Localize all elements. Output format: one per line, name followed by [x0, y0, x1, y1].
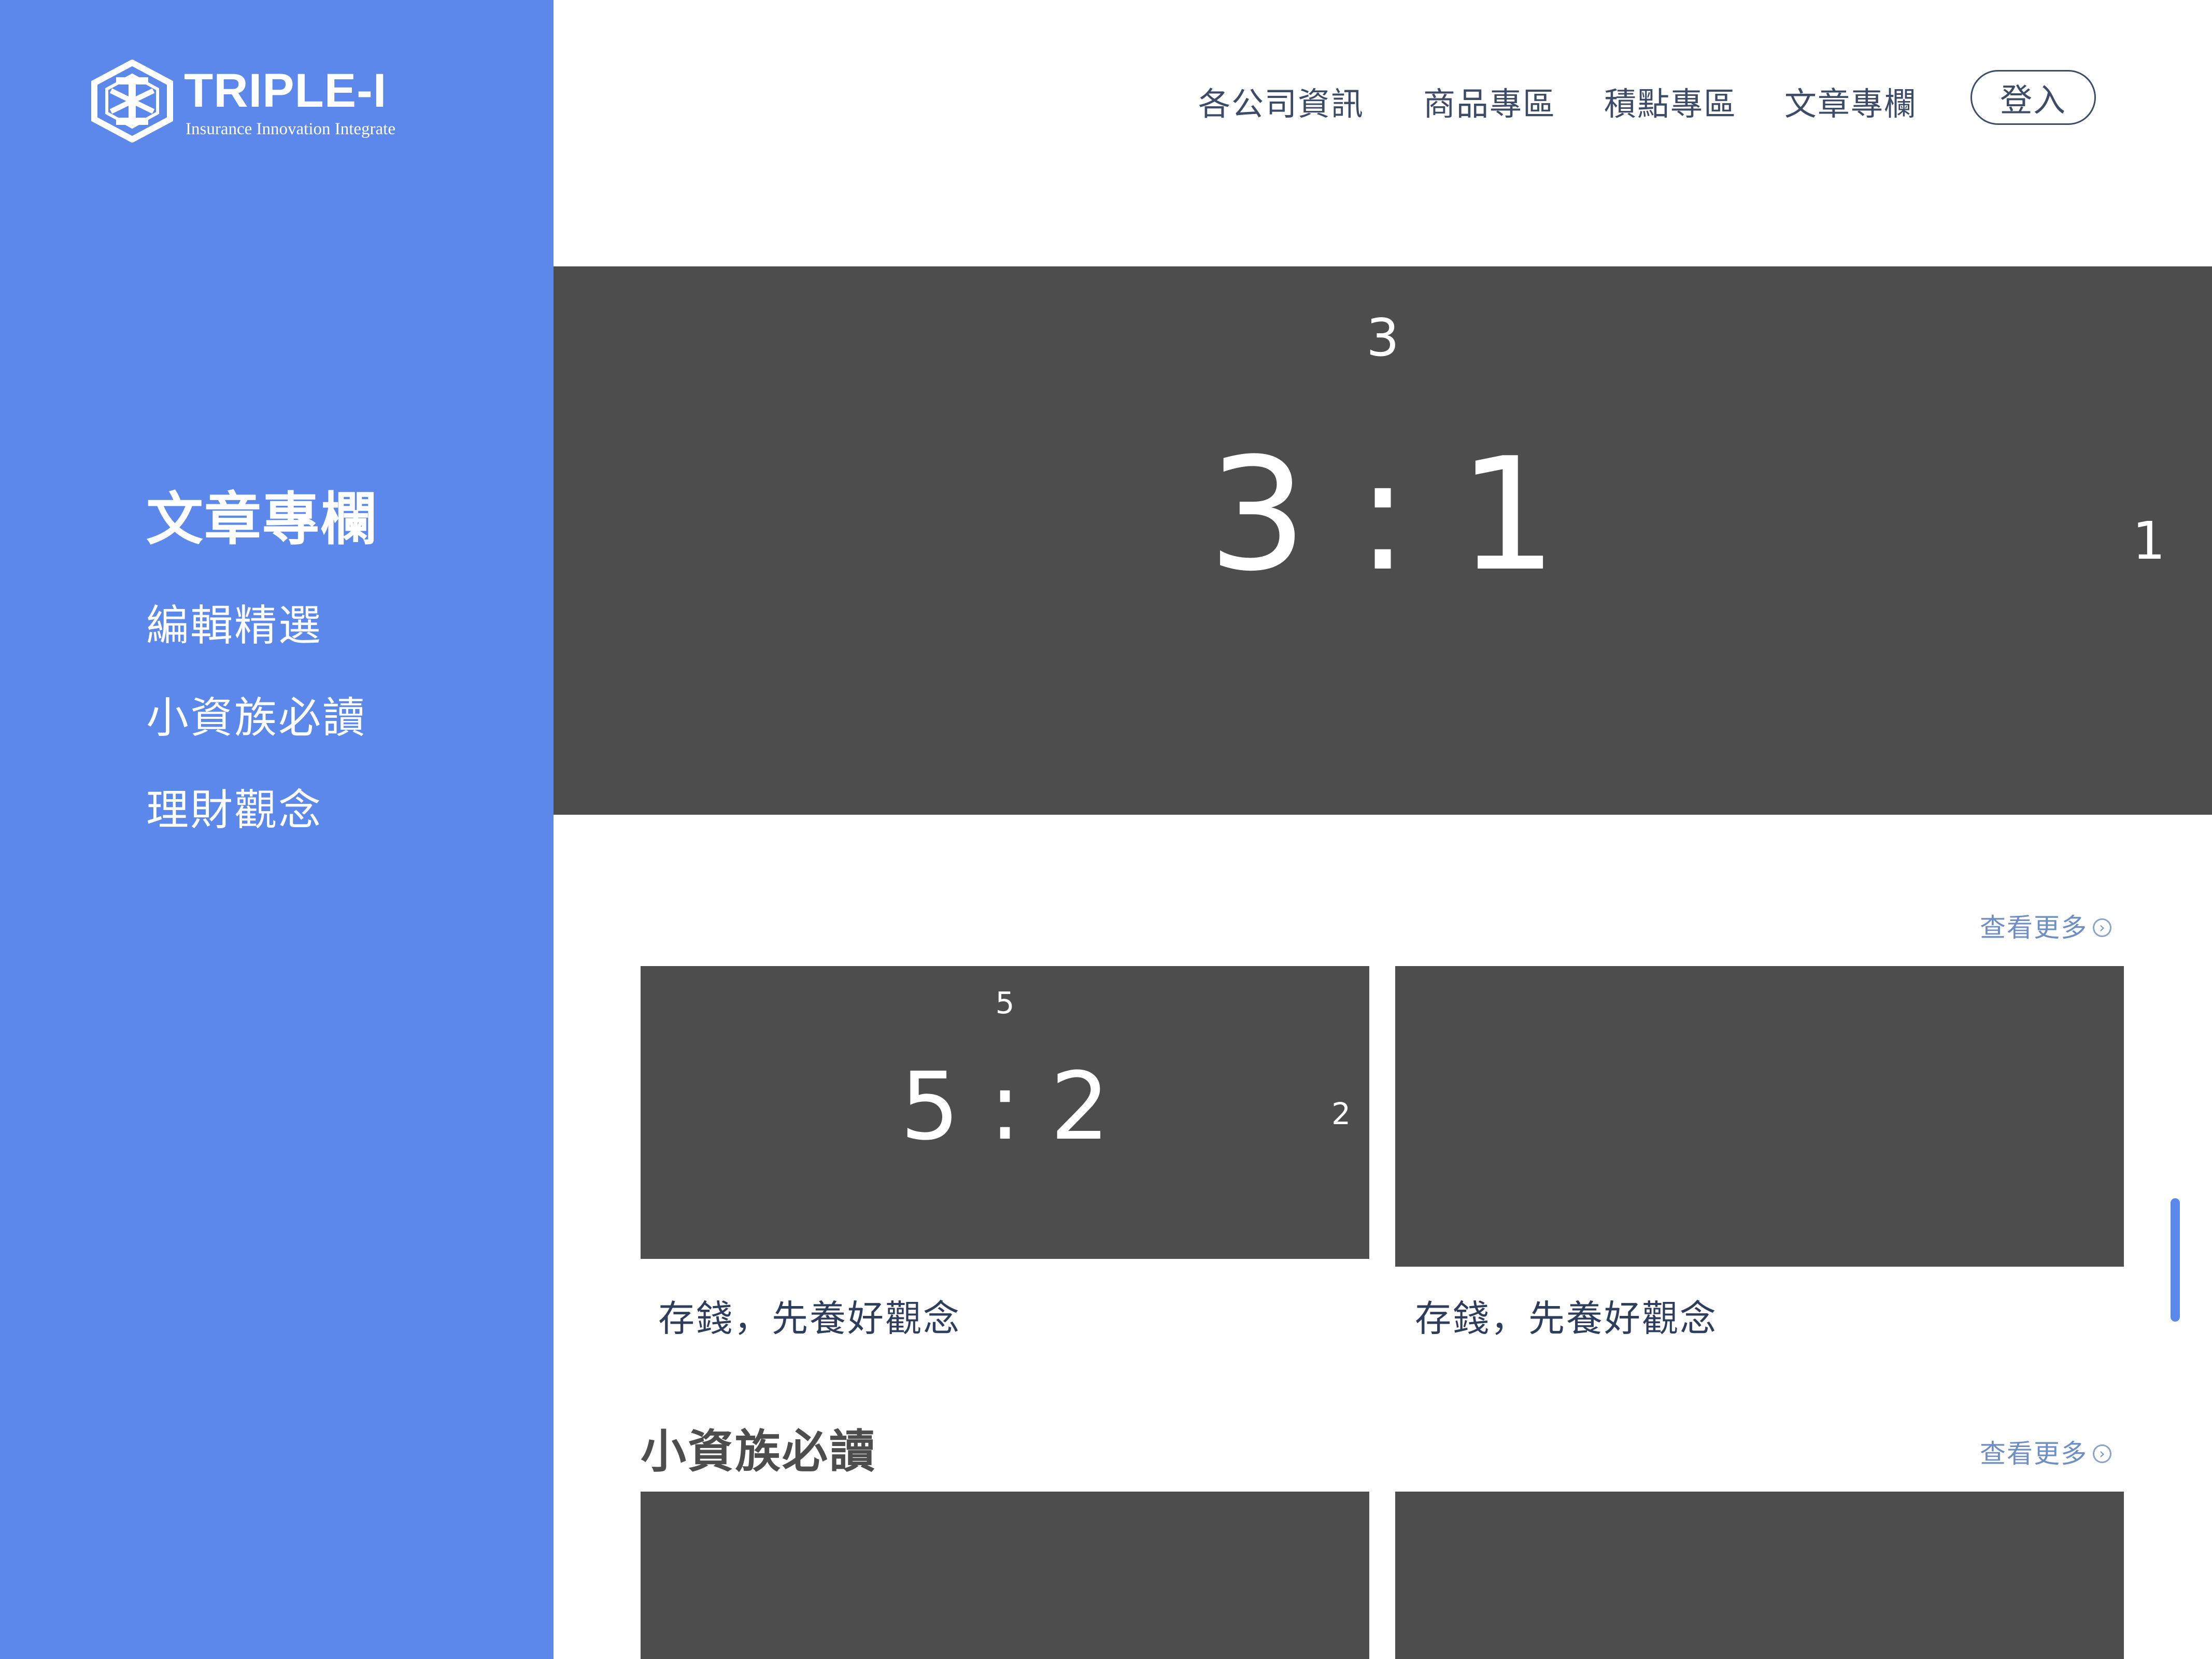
hero-width-label: 3 [1366, 307, 1399, 368]
brand-tagline: Insurance Innovation Integrate [186, 120, 395, 138]
nav-link-points[interactable]: 積點專區 [1604, 78, 1737, 124]
article-card-image[interactable] [1395, 1492, 2124, 1659]
young-savers-section-title: 小資族必讀 [641, 1425, 877, 1478]
card-height-label: 2 [1331, 1096, 1351, 1131]
chevron-right-icon: › [2093, 918, 2111, 937]
young-savers-see-more-link[interactable]: 查看更多 › [1980, 1433, 2111, 1470]
nav-link-company-info[interactable]: 各公司資訊 [1198, 78, 1364, 124]
scrollbar-thumb[interactable] [2171, 1198, 2180, 1322]
chevron-right-icon: › [2093, 1444, 2111, 1463]
hero-height-label: 1 [2132, 511, 2165, 571]
sidebar: TRIPLE-I Insurance Innovation Integrate … [0, 0, 554, 1659]
article-card-image[interactable] [641, 1492, 1369, 1659]
nav-link-articles[interactable]: 文章專欄 [1784, 78, 1917, 124]
see-more-label: 查看更多 [1980, 1439, 2088, 1469]
sidebar-item-finance-concepts[interactable]: 理財觀念 [146, 775, 322, 837]
card-aspect-ratio: 5 : 2 [900, 1053, 1110, 1161]
see-more-label: 查看更多 [1980, 913, 2088, 943]
hero-aspect-ratio: 3 : 1 [1208, 424, 1557, 605]
sidebar-title: 文章專欄 [146, 486, 378, 552]
sidebar-item-editors-picks[interactable]: 編輯精選 [146, 591, 322, 653]
article-card-title[interactable]: 存錢，先養好觀念 [1415, 1289, 1718, 1342]
article-card-title[interactable]: 存錢，先養好觀念 [658, 1289, 961, 1342]
featured-see-more-link[interactable]: 查看更多 › [1980, 907, 2111, 944]
nav-link-products[interactable]: 商品專區 [1423, 78, 1556, 124]
card-width-label: 5 [995, 985, 1015, 1020]
brand-logo[interactable]: TRIPLE-I Insurance Innovation Integrate [88, 60, 420, 143]
login-button[interactable]: 登入 [1970, 70, 2096, 125]
article-card-image[interactable] [1395, 966, 2124, 1267]
sidebar-item-young-savers[interactable]: 小資族必讀 [146, 683, 366, 745]
brand-name: TRIPLE-I [184, 64, 387, 117]
triple-i-hexagon-logo-icon [91, 60, 173, 143]
article-card-image[interactable]: 5 5 : 2 2 [641, 966, 1369, 1259]
hero-banner-placeholder[interactable]: 3 3 : 1 1 [554, 266, 2212, 815]
